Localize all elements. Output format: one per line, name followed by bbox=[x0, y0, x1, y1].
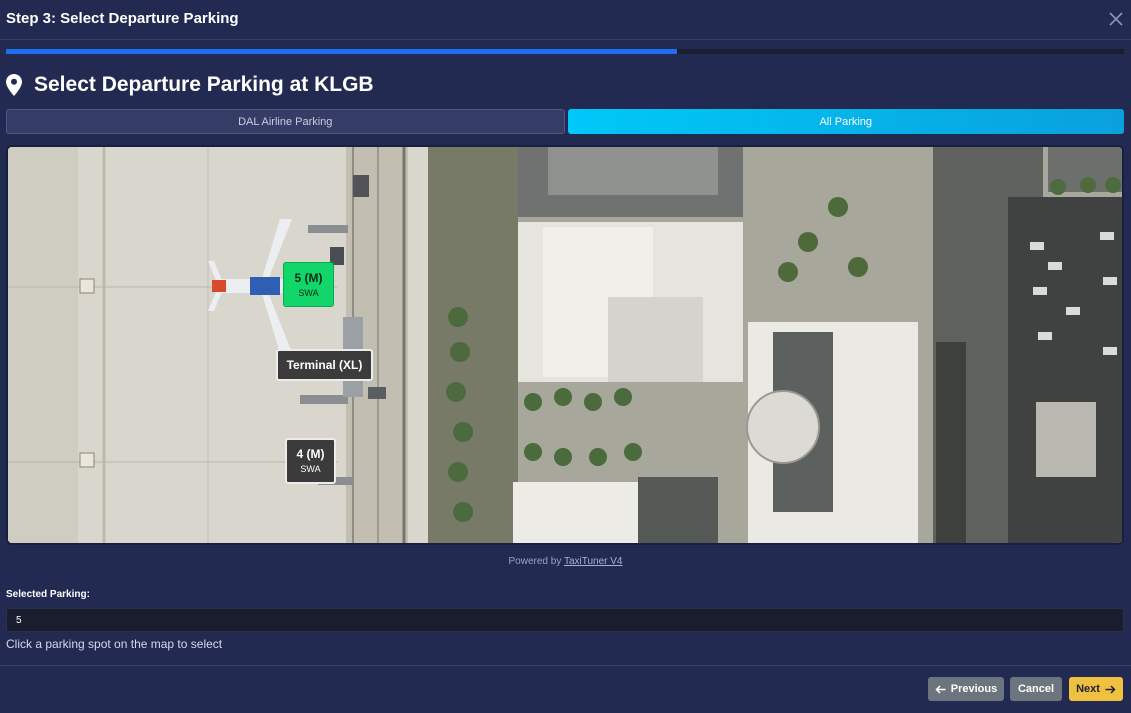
tab-all-parking[interactable]: All Parking bbox=[567, 109, 1124, 134]
parking-marker-code: 5 (M) bbox=[294, 271, 323, 285]
section-heading: Select Departure Parking at KLGB bbox=[6, 72, 374, 98]
section-title: Select Departure Parking at KLGB bbox=[34, 73, 374, 96]
selected-parking-label: Selected Parking: bbox=[6, 589, 90, 600]
parking-map[interactable]: 5 (M) SWA Terminal (XL) 4 (M) SWA bbox=[6, 145, 1124, 545]
next-button[interactable]: Next bbox=[1069, 677, 1123, 701]
parking-marker-airline: SWA bbox=[298, 288, 319, 298]
modal-header: Step 3: Select Departure Parking bbox=[0, 0, 1131, 40]
cancel-label: Cancel bbox=[1017, 683, 1055, 695]
parking-marker-airline: SWA bbox=[300, 464, 321, 474]
selection-hint: Click a parking spot on the map to selec… bbox=[6, 637, 223, 651]
parking-marker-terminal[interactable]: Terminal (XL) bbox=[276, 349, 373, 381]
parking-marker-5[interactable]: 5 (M) SWA bbox=[283, 262, 334, 307]
parking-marker-4[interactable]: 4 (M) SWA bbox=[285, 438, 336, 484]
parking-marker-code: 4 (M) bbox=[296, 447, 325, 461]
parking-marker-code: Terminal (XL) bbox=[286, 358, 363, 372]
arrow-right-icon bbox=[1105, 684, 1116, 694]
previous-label: Previous bbox=[950, 683, 998, 695]
previous-button[interactable]: Previous bbox=[928, 677, 1004, 701]
parking-tabs: DAL Airline Parking All Parking bbox=[6, 109, 1124, 134]
close-icon[interactable] bbox=[1107, 10, 1125, 28]
cancel-button[interactable]: Cancel bbox=[1010, 677, 1062, 701]
powered-by: Powered by TaxiTuner V4 bbox=[0, 556, 1131, 567]
next-label: Next bbox=[1076, 683, 1100, 695]
map-pin-icon bbox=[6, 74, 22, 96]
tab-dal-airline-parking[interactable]: DAL Airline Parking bbox=[6, 109, 565, 134]
powered-by-label: Powered by bbox=[508, 556, 562, 567]
progress-fill bbox=[6, 49, 677, 54]
taxituner-link[interactable]: TaxiTuner V4 bbox=[564, 556, 623, 567]
progress-bar bbox=[6, 49, 1124, 54]
modal-title: Step 3: Select Departure Parking bbox=[6, 10, 239, 27]
satellite-image bbox=[8, 147, 1122, 543]
arrow-left-icon bbox=[935, 684, 946, 694]
selected-parking-input[interactable] bbox=[6, 608, 1124, 632]
